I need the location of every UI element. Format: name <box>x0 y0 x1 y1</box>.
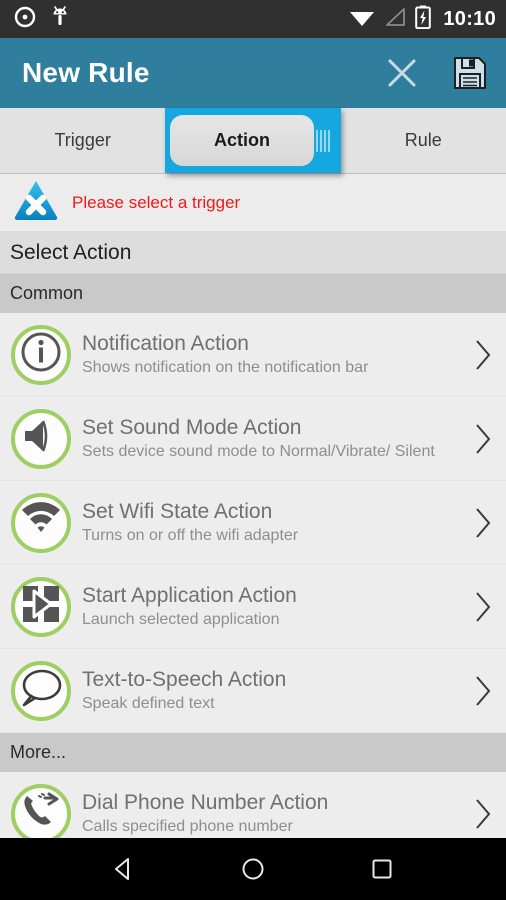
chevron-right-icon <box>460 590 506 624</box>
phone-forward-icon <box>19 790 63 837</box>
list-item-body: Notification Action Shows notification o… <box>82 331 460 379</box>
tab-grip-icon <box>315 129 330 152</box>
section-header-more: More... <box>0 733 506 772</box>
wifi-icon <box>18 500 64 545</box>
list-item-subtitle: Sets device sound mode to Normal/Vibrate… <box>82 442 435 460</box>
tab-rule[interactable]: Rule <box>341 108 506 173</box>
list-item[interactable]: Text-to-Speech Action Speak defined text <box>0 649 506 733</box>
back-button[interactable] <box>94 854 154 884</box>
list-item-icon <box>0 408 82 469</box>
list-item[interactable]: Start Application Action Launch selected… <box>0 565 506 649</box>
list-item-icon <box>0 324 82 385</box>
action-list-common: Notification Action Shows notification o… <box>0 313 506 733</box>
status-bar-left-icons <box>14 5 70 34</box>
tab-action-label: Action <box>213 130 270 150</box>
chevron-right-icon <box>460 797 506 831</box>
list-item-subtitle: Speak defined text <box>82 694 215 712</box>
list-item-body: Set Wifi State Action Turns on or off th… <box>82 499 460 547</box>
status-bar-clock: 10:10 <box>443 7 496 30</box>
list-item-icon <box>0 576 82 637</box>
chevron-right-icon <box>460 422 506 456</box>
battery-charging-icon <box>415 5 432 34</box>
select-action-heading-label: Select Action <box>10 240 132 264</box>
app-title-bar: New Rule <box>0 38 506 108</box>
tab-action-inner: Action <box>170 115 330 166</box>
list-item-icon <box>0 492 82 553</box>
list-item-subtitle: Calls specified phone number <box>82 817 293 835</box>
list-item-title: Set Sound Mode Action <box>82 415 302 439</box>
warning-text: Please select a trigger <box>72 192 241 212</box>
title-bar-actions <box>384 55 488 91</box>
speech-bubble-icon <box>18 666 64 715</box>
info-icon <box>18 329 64 380</box>
app-screen: 10:10 New Rule Trigger Action Rule Pleas… <box>0 0 506 900</box>
tab-action[interactable]: Action <box>165 108 341 173</box>
status-bar-right-icons: 10:10 <box>349 5 496 34</box>
list-item-icon <box>0 783 82 844</box>
tab-rule-label: Rule <box>404 130 442 150</box>
select-action-heading: Select Action <box>0 232 506 274</box>
save-icon[interactable] <box>452 55 488 91</box>
warning-banner: Please select a trigger <box>0 174 506 232</box>
chevron-right-icon <box>460 338 506 372</box>
list-item[interactable]: Set Sound Mode Action Sets device sound … <box>0 397 506 481</box>
record-circle-icon <box>14 6 36 33</box>
list-item-subtitle: Turns on or off the wifi adapter <box>82 526 299 544</box>
list-item-body: Dial Phone Number Action Calls specified… <box>82 790 460 838</box>
list-item-body: Set Sound Mode Action Sets device sound … <box>82 415 460 463</box>
wifi-icon <box>349 7 375 32</box>
list-item-title: Set Wifi State Action <box>82 499 273 523</box>
list-item-body: Start Application Action Launch selected… <box>82 583 460 631</box>
status-bar: 10:10 <box>0 0 506 38</box>
app-grid-play-icon <box>20 583 62 630</box>
page-title: New Rule <box>22 57 150 88</box>
speaker-icon <box>19 414 63 463</box>
list-item-icon <box>0 660 82 721</box>
list-item-subtitle: Shows notification on the notification b… <box>82 358 369 376</box>
list-item-title: Text-to-Speech Action <box>82 667 287 691</box>
list-item-title: Start Application Action <box>82 583 297 607</box>
section-header-common: Common <box>0 274 506 313</box>
section-header-common-label: Common <box>10 283 84 303</box>
list-item-body: Text-to-Speech Action Speak defined text <box>82 667 460 715</box>
chevron-right-icon <box>460 674 506 708</box>
list-item[interactable]: Set Wifi State Action Turns on or off th… <box>0 481 506 565</box>
tab-trigger-label: Trigger <box>54 130 111 150</box>
warning-triangle-x-icon <box>12 178 60 227</box>
list-item[interactable]: Notification Action Shows notification o… <box>0 313 506 397</box>
section-header-more-label: More... <box>10 742 67 762</box>
list-item-title: Notification Action <box>82 331 249 355</box>
android-robot-icon <box>50 5 70 34</box>
android-navigation-bar <box>0 838 506 900</box>
recents-button[interactable] <box>352 854 412 884</box>
chevron-right-icon <box>460 506 506 540</box>
tab-trigger[interactable]: Trigger <box>0 108 165 173</box>
list-item-title: Dial Phone Number Action <box>82 790 329 814</box>
cell-signal-icon <box>384 7 406 32</box>
list-item-subtitle: Launch selected application <box>82 610 280 628</box>
close-icon[interactable] <box>384 55 420 91</box>
tab-bar: Trigger Action Rule <box>0 108 506 174</box>
home-button[interactable] <box>223 854 283 884</box>
